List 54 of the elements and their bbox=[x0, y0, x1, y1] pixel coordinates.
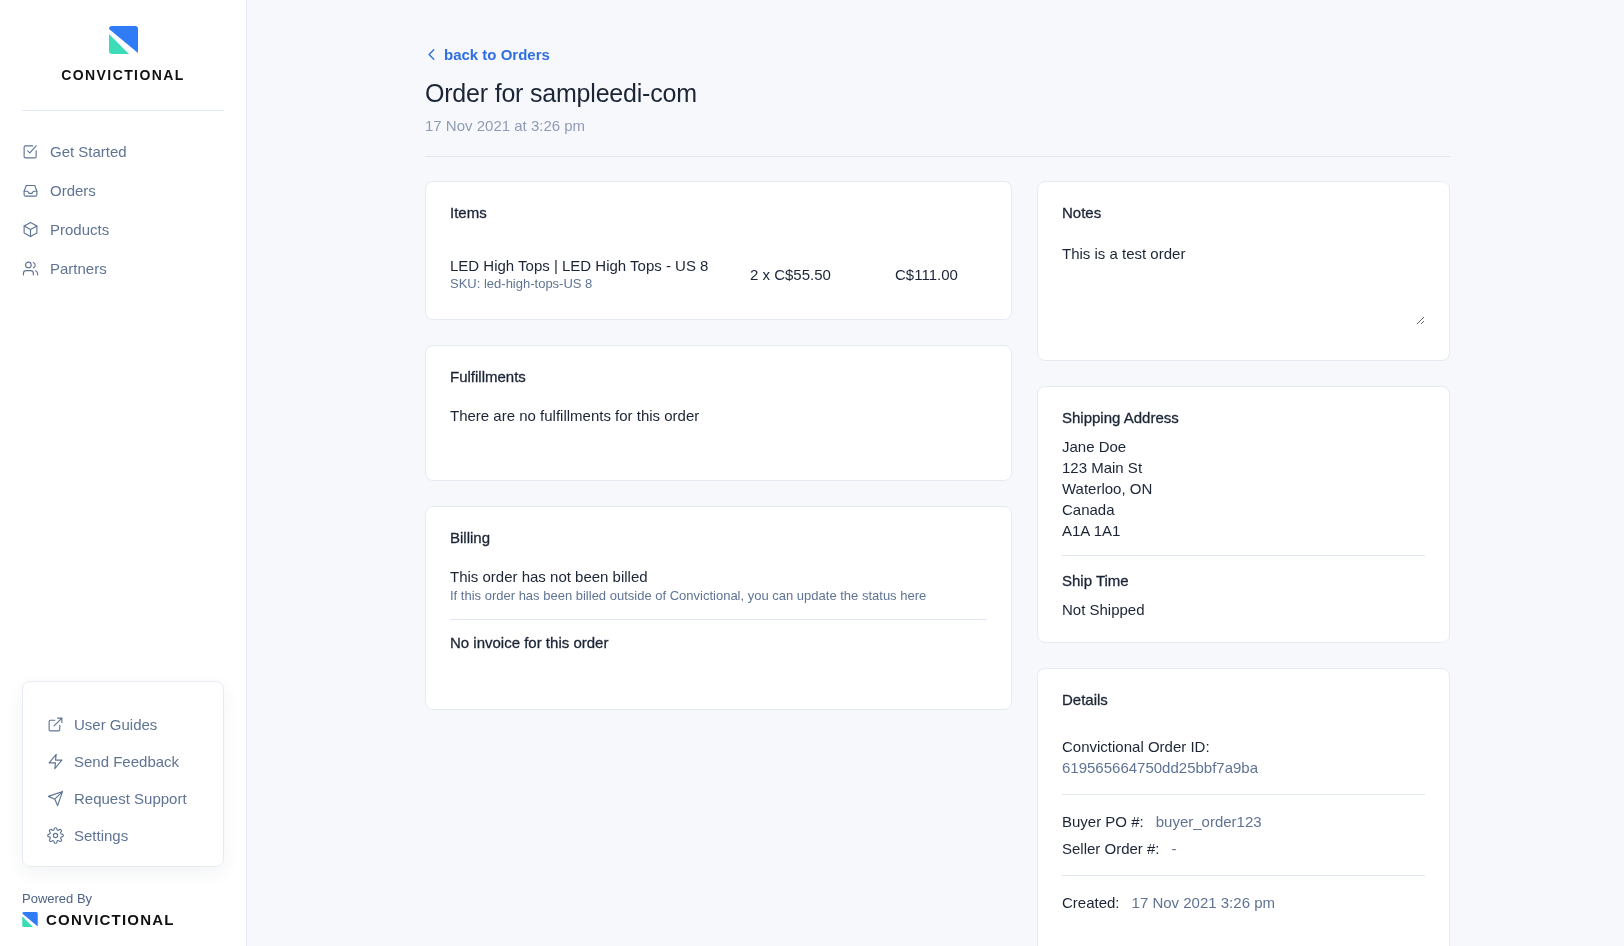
nav-item[interactable]: Partners bbox=[22, 260, 224, 277]
logo-icon bbox=[108, 26, 138, 54]
field-label: Seller Order #: bbox=[1062, 840, 1160, 857]
section-title: Ship Time bbox=[1062, 572, 1130, 589]
help-link[interactable]: Request Support bbox=[47, 790, 199, 807]
checkbox-icon bbox=[22, 143, 39, 160]
product-sku: SKU: led-high-tops-US 8 bbox=[450, 276, 594, 291]
card-title: Shipping Address bbox=[1062, 409, 1180, 426]
card-title: Notes bbox=[1062, 204, 1103, 221]
field-value: 17 Nov 2021 3:26 pm bbox=[1131, 894, 1275, 911]
settings-icon bbox=[47, 827, 64, 844]
card-title: Fulfillments bbox=[450, 368, 527, 385]
notes-field[interactable]: This is a test order bbox=[1062, 245, 1425, 325]
address-line: A1A 1A1 bbox=[1062, 522, 1122, 539]
product-name: LED High Tops | LED High Tops - US 8 bbox=[450, 257, 710, 274]
order-date: 17 Nov 2021 at 3:26 pm bbox=[425, 117, 587, 134]
field-value: 619565664750dd25bbf7a9ba bbox=[1062, 759, 1260, 776]
address-line: 123 Main St bbox=[1062, 459, 1144, 476]
help-link[interactable]: Send Feedback bbox=[47, 753, 199, 770]
invoice-status: No invoice for this order bbox=[450, 634, 610, 651]
nav-item[interactable]: Get Started bbox=[22, 143, 224, 160]
brand-wordmark: CONVICTIONAL bbox=[61, 67, 185, 83]
field-value: - bbox=[1171, 840, 1177, 857]
brand-wordmark: CONVICTIONAL bbox=[46, 911, 175, 928]
billing-status: This order has not been billed bbox=[450, 568, 649, 585]
external-link-icon bbox=[47, 716, 64, 733]
field-value: buyer_order123 bbox=[1155, 813, 1262, 830]
field-label: Created: bbox=[1062, 894, 1120, 911]
update-status-link[interactable]: If this order has been billed outside of Convictional, you can update the status here bbox=[450, 588, 987, 603]
back-link[interactable]: back to Orders bbox=[425, 46, 550, 63]
help-link[interactable]: User Guides bbox=[47, 716, 199, 733]
ship-status: Not Shipped bbox=[1062, 601, 1146, 618]
address-line: Jane Doe bbox=[1062, 438, 1128, 455]
logo-icon bbox=[22, 912, 38, 927]
line-total: C$111.00 bbox=[895, 265, 958, 283]
page-title: Order for sampleedi-com bbox=[425, 79, 698, 108]
address-line: Canada bbox=[1062, 501, 1116, 518]
card-title: Items bbox=[450, 204, 488, 221]
field-label: Convictional Order ID: bbox=[1062, 738, 1211, 755]
powered-by-label: Powered By bbox=[22, 891, 94, 906]
card-title: Billing bbox=[450, 529, 492, 546]
empty-message: There are no fulfillments for this order bbox=[450, 407, 701, 424]
field-label: Buyer PO #: bbox=[1062, 813, 1144, 830]
box-icon bbox=[22, 221, 39, 238]
send-icon bbox=[47, 790, 64, 807]
help-link[interactable]: Settings bbox=[47, 827, 199, 844]
inbox-icon bbox=[22, 182, 39, 199]
nav-item[interactable]: Products bbox=[22, 221, 224, 238]
users-icon bbox=[22, 260, 39, 277]
card-title: Details bbox=[1062, 691, 1109, 708]
nav-item[interactable]: Orders bbox=[22, 182, 224, 199]
quantity-price: 2 x C$55.50 bbox=[750, 265, 832, 283]
lightning-icon bbox=[47, 753, 64, 770]
address-line: Waterloo, ON bbox=[1062, 480, 1154, 497]
